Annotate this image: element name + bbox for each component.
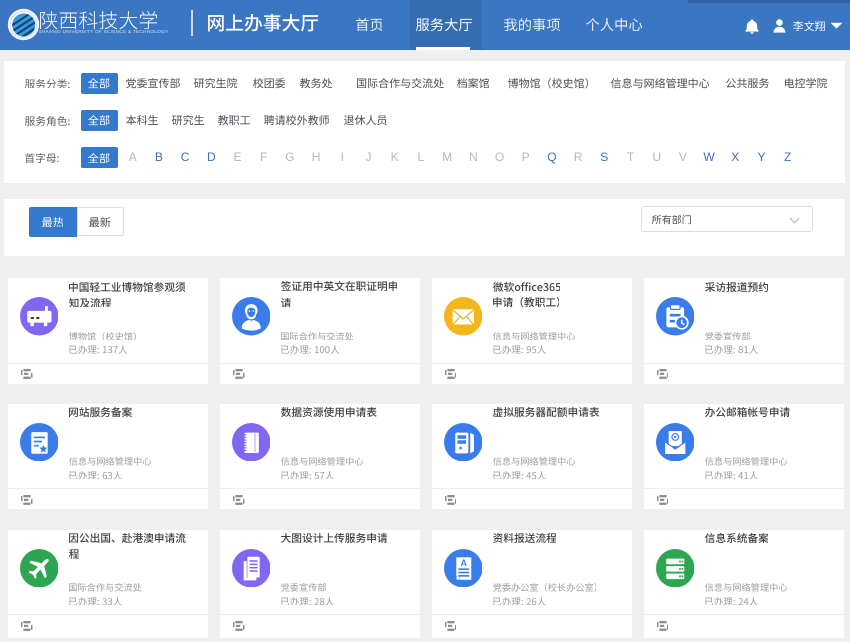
svg-text:A: A — [460, 558, 467, 568]
